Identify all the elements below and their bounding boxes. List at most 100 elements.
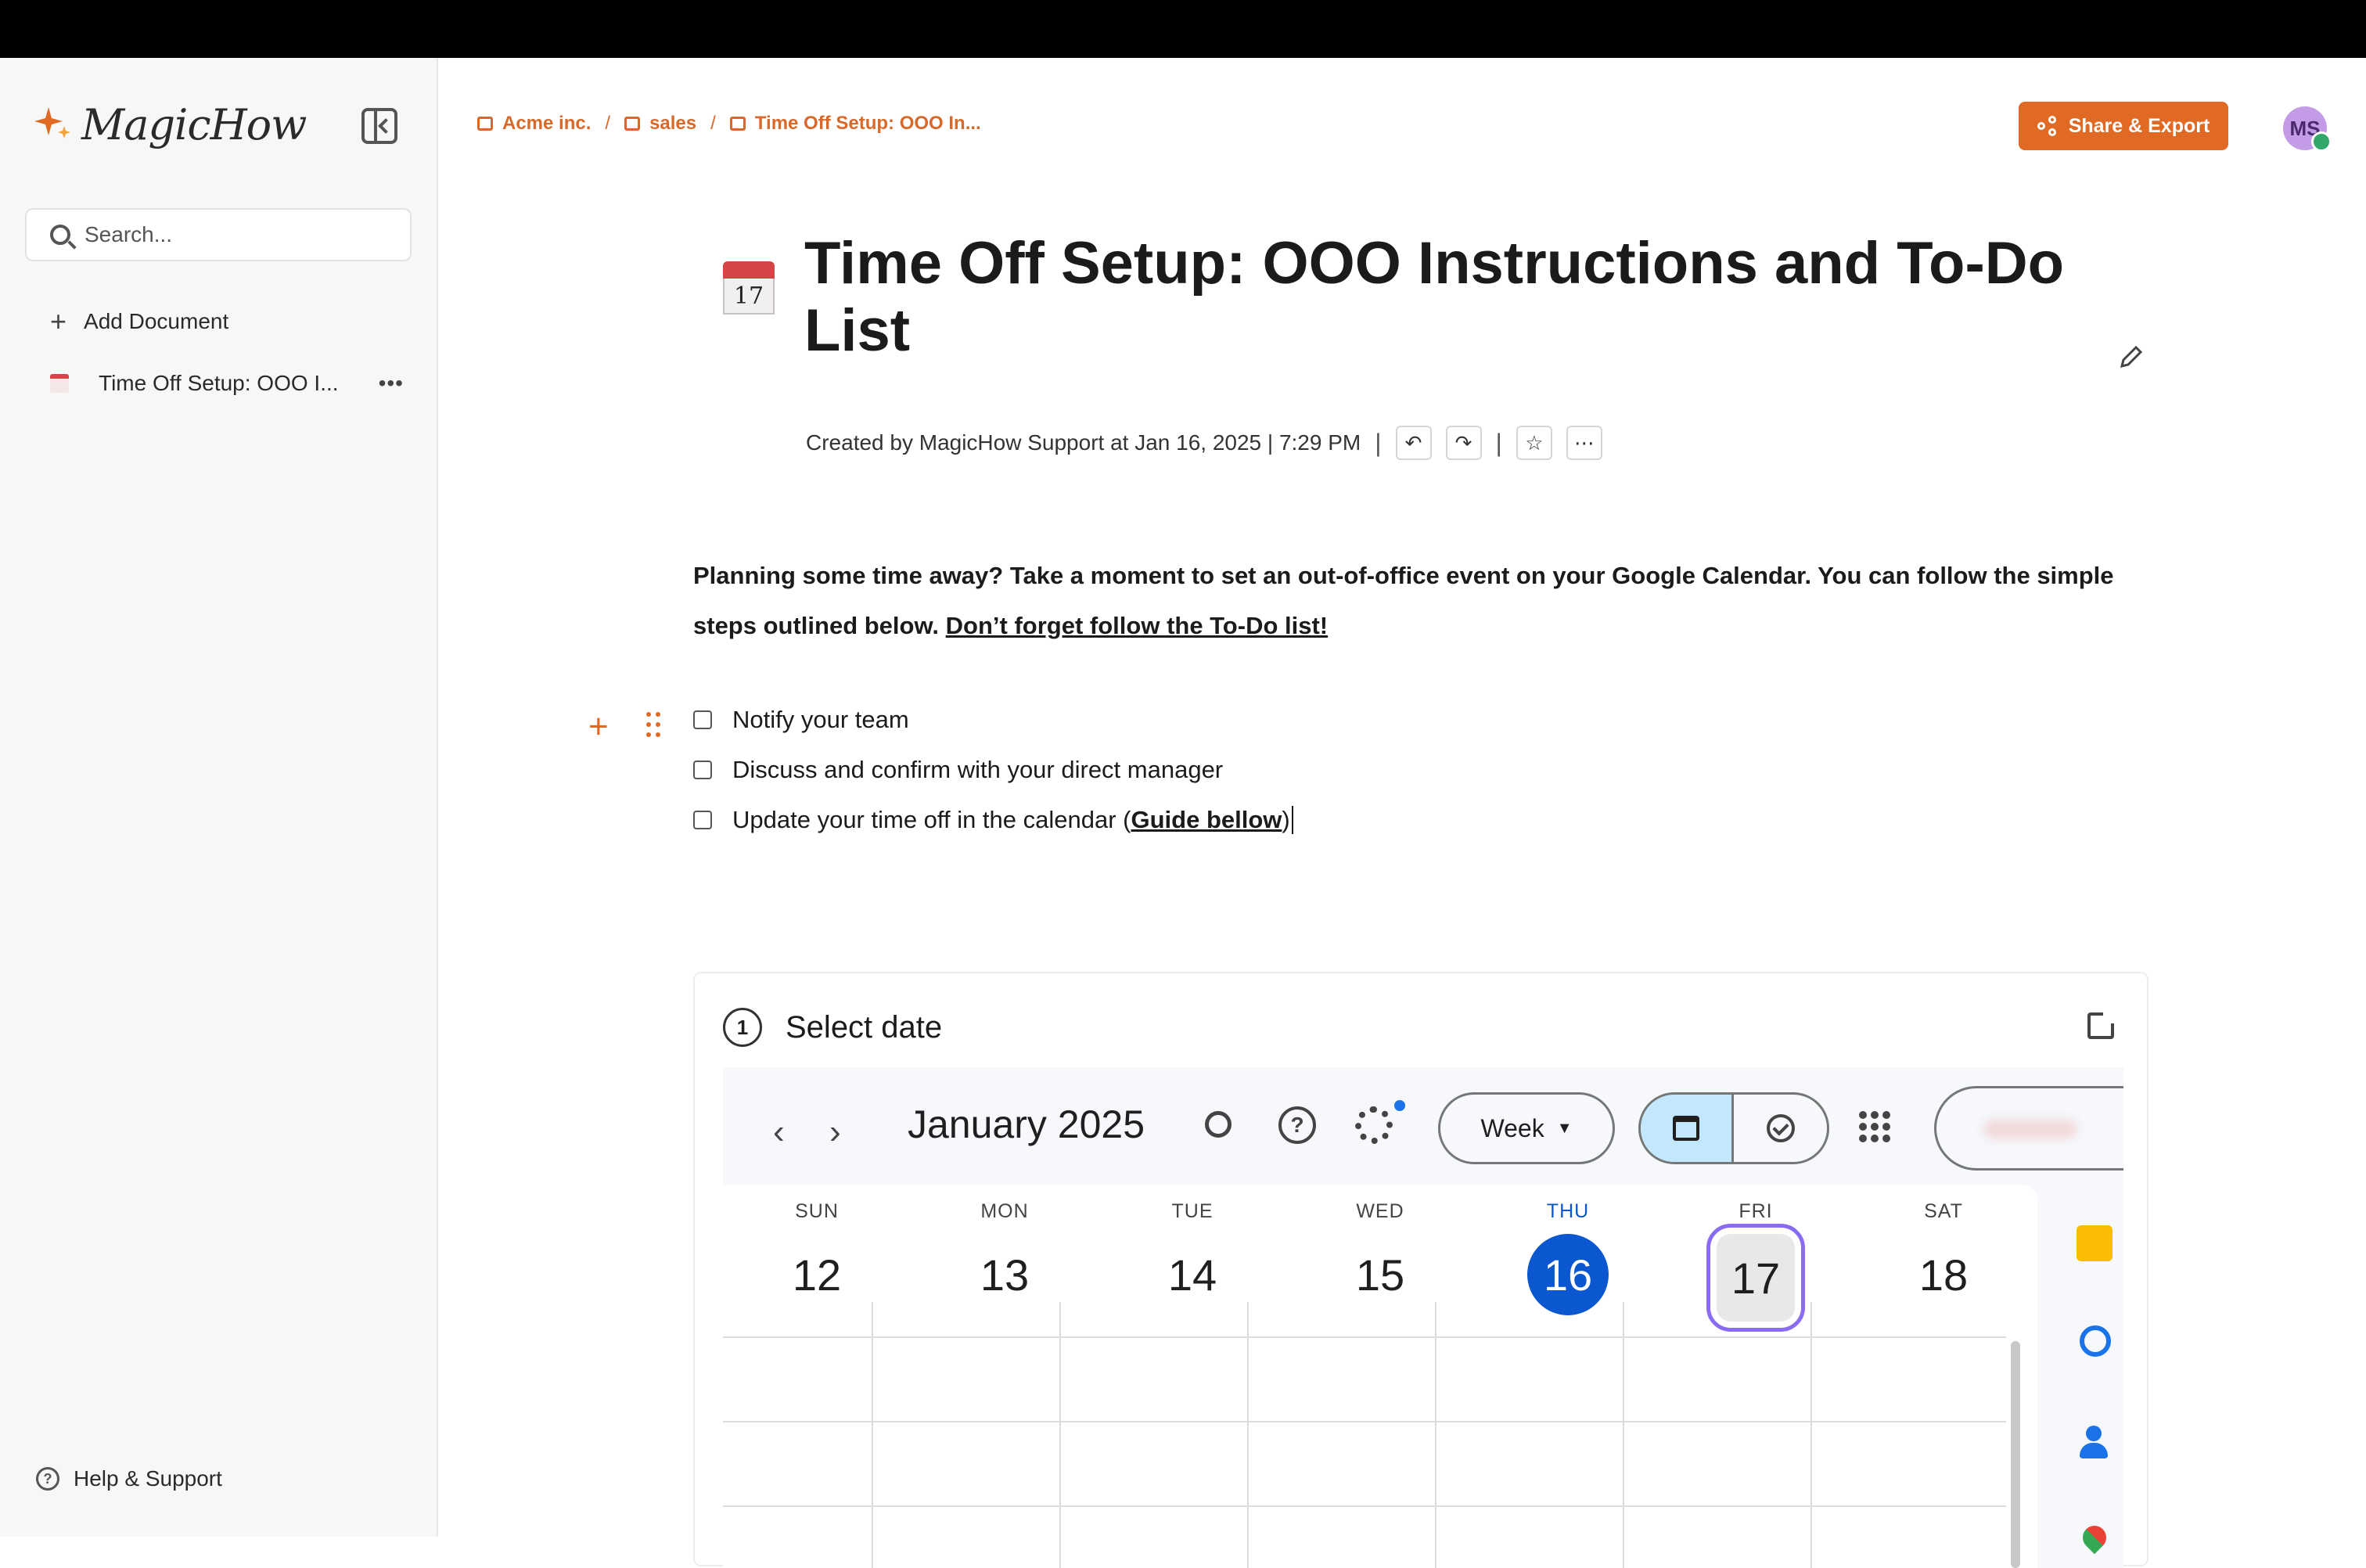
todo-text: Discuss and confirm with your direct man… <box>732 756 1224 783</box>
step-card: 1 Select date ‹ › January 2025 ? Week ▼ <box>693 972 2148 1568</box>
guide-link[interactable]: Guide bellow <box>1131 806 1282 834</box>
day-number: 13 <box>980 1250 1030 1300</box>
todo-item: Update your time off in the calendar ( G… <box>693 806 1293 834</box>
sidebar-item-document[interactable]: Time Off Setup: OOO I... ••• <box>50 365 418 402</box>
folder-icon <box>624 117 641 131</box>
todo-text: Notify your team <box>732 706 909 733</box>
help-label: Help & Support <box>74 1466 222 1491</box>
grid-line <box>1435 1302 1436 1568</box>
gear-icon <box>1355 1106 1393 1144</box>
undo-icon[interactable]: ↶ <box>1395 426 1432 460</box>
breadcrumb-folder[interactable]: sales <box>649 113 696 135</box>
intro-paragraph: Planning some time away? Take a moment t… <box>693 551 2133 651</box>
calendar-month: January 2025 <box>908 1102 1145 1146</box>
add-block-icon[interactable]: + <box>588 707 609 746</box>
grid-line <box>1623 1302 1624 1568</box>
todo-item: Discuss and confirm with your direct man… <box>693 756 1223 784</box>
help-icon: ? <box>36 1467 59 1491</box>
logo-text: MagicHow <box>81 99 307 149</box>
day-number: 15 <box>1355 1250 1405 1300</box>
day-of-week: MON <box>980 1200 1029 1222</box>
breadcrumb-workspace[interactable]: Acme inc. <box>502 113 591 135</box>
grid-line <box>723 1505 2006 1507</box>
add-document-button[interactable]: + Add Document <box>50 305 228 338</box>
day-number-selected[interactable]: 17 <box>1706 1224 1805 1332</box>
todo-item: Notify your team <box>693 706 909 734</box>
day-of-week: FRI <box>1739 1200 1773 1222</box>
share-export-label: Share & Export <box>2068 114 2210 137</box>
more-options-icon[interactable]: ⋯ <box>1566 426 1602 460</box>
help-support-button[interactable]: ? Help & Support <box>36 1466 222 1491</box>
calendar-icon <box>729 117 746 131</box>
app-root: MagicHow Search... + Add Document Time O… <box>0 58 2366 1568</box>
breadcrumb-document[interactable]: Time Off Setup: OOO In... <box>755 113 981 135</box>
todo-checkbox[interactable] <box>693 710 712 729</box>
day-of-week: WED <box>1356 1200 1404 1222</box>
share-export-button[interactable]: Share & Export <box>2019 102 2228 150</box>
grid-line <box>872 1302 873 1568</box>
day-number-today: 16 <box>1527 1234 1609 1315</box>
grid-line <box>1810 1302 1812 1568</box>
contacts-icon <box>2077 1426 2112 1462</box>
day-column-header: SAT 18 <box>1850 1200 2037 1315</box>
document-calendar-icon[interactable]: 17 <box>723 261 775 316</box>
blurred-account-pill <box>1934 1086 2123 1171</box>
collapse-sidebar-icon[interactable] <box>361 108 397 144</box>
page-title[interactable]: Time Off Setup: OOO Instructions and To-… <box>804 230 2072 365</box>
breadcrumb: Acme inc. / sales / Time Off Setup: OOO … <box>477 113 981 135</box>
apps-grid-icon <box>1859 1111 1890 1142</box>
day-column-header: MON 13 <box>911 1200 1098 1315</box>
more-options-icon[interactable]: ••• <box>379 371 404 396</box>
day-of-week: SUN <box>795 1200 839 1222</box>
day-number: 14 <box>1167 1250 1217 1300</box>
calendar-icon <box>50 374 69 393</box>
day-number: 18 <box>1918 1250 1969 1300</box>
meta-separator: | <box>1375 428 1382 457</box>
day-column-header: SUN 12 <box>723 1200 911 1315</box>
redo-icon[interactable]: ↷ <box>1445 426 1482 460</box>
step-title[interactable]: Select date <box>786 1008 942 1047</box>
todo-checkbox[interactable] <box>693 811 712 829</box>
scrollbar <box>2011 1341 2020 1568</box>
document-icon-day: 17 <box>723 279 775 315</box>
step-number: 1 <box>723 1008 762 1047</box>
grid-line <box>1059 1302 1061 1568</box>
calendar-screenshot: ‹ › January 2025 ? Week ▼ SUN 12 MON 13 … <box>723 1067 2123 1568</box>
grid-line <box>723 1421 2006 1422</box>
pencil-icon[interactable] <box>2117 344 2144 371</box>
chevron-left-icon: ‹ <box>773 1113 785 1151</box>
grid-line <box>723 1336 2006 1338</box>
created-by-text: Created by MagicHow Support at Jan 16, 2… <box>806 430 1361 455</box>
todo-link[interactable]: Don’t forget follow the To-Do list! <box>946 612 1328 639</box>
view-label: Week <box>1480 1113 1544 1142</box>
add-document-label: Add Document <box>84 309 229 333</box>
meta-separator: | <box>1495 428 1502 457</box>
star-icon[interactable]: ☆ <box>1516 426 1552 460</box>
workspace-icon <box>477 117 493 131</box>
day-column-header-selected: FRI 17 <box>1662 1200 1850 1332</box>
day-number: 12 <box>792 1250 842 1300</box>
drag-handle-icon[interactable] <box>646 712 660 739</box>
search-icon <box>50 225 70 245</box>
online-status-dot <box>2311 131 2332 152</box>
day-of-week: THU <box>1546 1200 1590 1222</box>
todo-text: Update your time off in the calendar ( <box>732 806 1131 833</box>
todo-text-suffix: ) <box>1282 806 1290 833</box>
calendar-icon <box>1673 1116 1700 1141</box>
logo[interactable]: MagicHow <box>33 97 307 152</box>
sidebar: MagicHow Search... + Add Document Time O… <box>0 58 438 1537</box>
todo-checkbox[interactable] <box>693 761 712 779</box>
day-of-week: SAT <box>1924 1200 1963 1222</box>
document-meta: Created by MagicHow Support at Jan 16, 2… <box>806 426 1616 460</box>
share-icon <box>2037 116 2058 136</box>
window-top-bar <box>0 0 2366 58</box>
day-column-header-today: THU 16 <box>1474 1200 1662 1315</box>
search-input[interactable]: Search... <box>25 208 412 261</box>
plus-icon: + <box>50 305 67 337</box>
notification-dot <box>1394 1100 1405 1111</box>
intro-text: Planning some time away? Take a moment t… <box>693 562 2114 639</box>
keep-icon <box>2077 1225 2112 1261</box>
day-column-header: TUE 14 <box>1098 1200 1286 1315</box>
help-icon: ? <box>1278 1106 1316 1144</box>
open-external-icon[interactable] <box>2087 1011 2116 1039</box>
